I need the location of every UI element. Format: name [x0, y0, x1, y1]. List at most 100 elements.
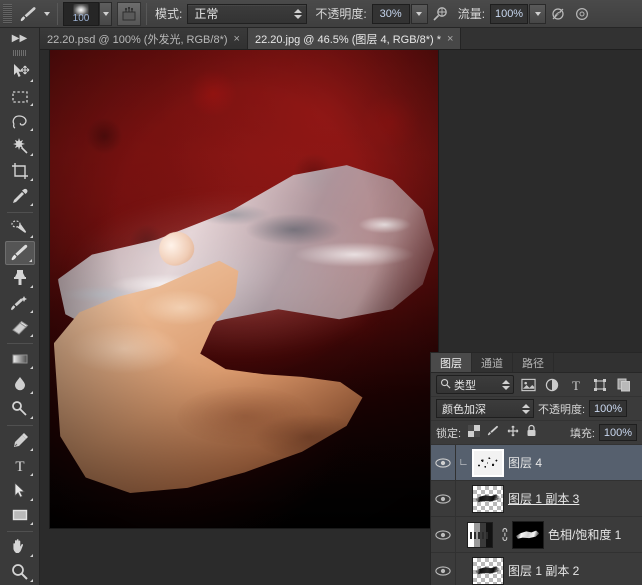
search-icon	[440, 378, 451, 392]
eye-icon	[435, 529, 451, 540]
layer-2-visibility-toggle[interactable]	[431, 529, 455, 541]
document-tab-2[interactable]: 22.20.jpg @ 46.5% (图层 4, RGB/8*) * ×	[247, 28, 462, 49]
tool-magic-wand[interactable]	[5, 134, 35, 158]
lock-label: 锁定:	[436, 427, 462, 440]
tool-crop[interactable]	[5, 159, 35, 183]
layer-1-thumb-content	[475, 494, 501, 503]
tools-divider-2	[6, 343, 33, 345]
layer-2-name[interactable]: 色相/饱和度 1	[548, 526, 621, 543]
link-icon[interactable]	[497, 528, 508, 541]
tab-paths[interactable]: 路径	[513, 353, 554, 372]
layer-3-thumbnail[interactable]	[472, 556, 504, 585]
lock-position-icon[interactable]	[507, 424, 519, 442]
tool-eyedropper[interactable]	[5, 184, 35, 208]
lock-image-pixels-icon[interactable]	[487, 424, 500, 442]
tool-move[interactable]	[5, 60, 35, 84]
layer-blend-mode-select[interactable]: 颜色加深	[436, 399, 534, 418]
filter-type-icon[interactable]: T	[566, 375, 586, 395]
filter-shape-icon[interactable]	[590, 375, 610, 395]
document-tab-bar: ▶▶ 22.20.psd @ 100% (外发光, RGB/8*) × 22.2…	[0, 28, 642, 50]
layer-0-thumbnail[interactable]	[472, 448, 504, 477]
blend-mode-select[interactable]: 正常	[187, 3, 308, 24]
tool-healing-brush[interactable]	[5, 216, 35, 240]
tab-layers[interactable]: 图层	[431, 353, 472, 372]
tool-path-selection[interactable]	[5, 479, 35, 503]
layer-3-divider	[455, 553, 456, 585]
brush-size-preview[interactable]: 100	[63, 1, 99, 26]
chevron-down-icon	[416, 11, 423, 16]
blend-mode-value: 正常	[194, 7, 219, 21]
tool-eraser[interactable]	[5, 316, 35, 340]
layer-1-thumbnail[interactable]	[472, 484, 504, 513]
filter-pixel-icon[interactable]	[518, 375, 538, 395]
tool-lasso[interactable]	[5, 109, 35, 133]
fill-value[interactable]: 100%	[599, 424, 637, 441]
layer-opacity-value[interactable]: 100%	[589, 400, 628, 417]
opacity-value[interactable]: 30%	[371, 3, 410, 24]
layer-row-2[interactable]: 色相/饱和度 1	[431, 517, 642, 553]
layer-filter-kind-select[interactable]: 类型	[436, 375, 514, 394]
flow-slider-button[interactable]	[529, 3, 547, 24]
options-bar: 100 模式: 正常 不透明度: 30% 流量: 100%	[0, 0, 642, 28]
layer-filter-kind-value: 类型	[454, 379, 476, 392]
layer-2-mask-thumbnail[interactable]	[512, 520, 544, 549]
tab-channels-label: 通道	[481, 357, 503, 370]
layer-filter-row: 类型 T	[431, 373, 642, 397]
tablet-pressure-icon[interactable]	[570, 2, 594, 26]
tool-blur[interactable]	[5, 372, 35, 396]
filter-adjustment-icon[interactable]	[542, 375, 562, 395]
eye-icon	[435, 493, 451, 504]
layer-3-name[interactable]: 图层 1 副本 2	[508, 562, 579, 579]
lock-transparent-pixels-icon[interactable]	[468, 424, 481, 442]
layer-1-visibility-toggle[interactable]	[431, 493, 455, 505]
document-tab-2-close-icon[interactable]: ×	[447, 33, 453, 45]
tool-hand[interactable]	[5, 535, 35, 559]
layer-1-name[interactable]: 图层 1 副本 3	[508, 490, 579, 507]
layer-3-visibility-toggle[interactable]	[431, 565, 455, 577]
tool-preset-chevron-down-icon[interactable]	[44, 11, 50, 16]
tab-channels[interactable]: 通道	[472, 353, 513, 372]
brush-tool-icon[interactable]	[16, 2, 42, 26]
tool-gradient[interactable]	[5, 347, 35, 371]
canvas-vignette	[50, 50, 438, 528]
tools-panel-grip[interactable]	[12, 50, 27, 56]
filter-smart-object-icon[interactable]	[614, 375, 634, 395]
layer-3-thumb-content	[475, 566, 501, 575]
flow-value[interactable]: 100%	[490, 3, 529, 24]
layer-2-adjustment-thumbnail[interactable]	[467, 521, 493, 548]
opacity-slider-button[interactable]	[410, 3, 428, 24]
document-tab-1-close-icon[interactable]: ×	[234, 33, 240, 45]
tool-history-brush[interactable]	[5, 291, 35, 315]
tool-marquee[interactable]	[5, 85, 35, 109]
layers-panel-tabs: 图层 通道 路径	[431, 353, 642, 373]
airbrush-icon[interactable]	[428, 2, 452, 26]
tools-divider-4	[6, 531, 33, 533]
layer-row-3[interactable]: 图层 1 副本 2	[431, 553, 642, 585]
document-tab-1[interactable]: 22.20.psd @ 100% (外发光, RGB/8*) ×	[40, 28, 248, 49]
layer-row-0[interactable]: ∟ 图层 4	[431, 445, 642, 481]
layer-1-divider	[455, 481, 456, 516]
lock-all-icon[interactable]	[526, 424, 537, 442]
tool-rectangle[interactable]	[5, 504, 35, 528]
tool-zoom[interactable]	[5, 560, 35, 584]
photoshop-window: 100 模式: 正常 不透明度: 30% 流量: 100% 22.20.psd …	[0, 0, 642, 585]
layer-0-visibility-toggle[interactable]	[431, 457, 455, 469]
layer-0-name[interactable]: 图层 4	[508, 454, 542, 471]
tool-pen[interactable]	[5, 429, 35, 453]
brush-panel-toggle-button[interactable]	[117, 1, 141, 26]
tool-brush[interactable]	[4, 240, 35, 265]
tool-dodge[interactable]	[5, 397, 35, 421]
chevron-down-icon	[534, 11, 541, 16]
brush-preset-picker-button[interactable]	[99, 1, 112, 26]
tool-type[interactable]: T	[5, 454, 35, 478]
chevron-updown-icon	[502, 379, 510, 390]
layer-row-1[interactable]: 图层 1 副本 3	[431, 481, 642, 517]
chevron-updown-icon	[294, 8, 303, 19]
document-canvas[interactable]	[50, 50, 438, 528]
tools-collapse-button[interactable]: ▶▶	[0, 28, 39, 48]
smoothing-icon[interactable]	[546, 2, 570, 26]
layer-list: ∟ 图层 4 图层 1 副本 3 色相/饱和度 1 图层 1 副本 2	[431, 445, 642, 585]
layer-opacity-label: 不透明度:	[538, 403, 586, 416]
options-bar-grip[interactable]	[3, 3, 12, 24]
tool-clone-stamp[interactable]	[5, 266, 35, 290]
